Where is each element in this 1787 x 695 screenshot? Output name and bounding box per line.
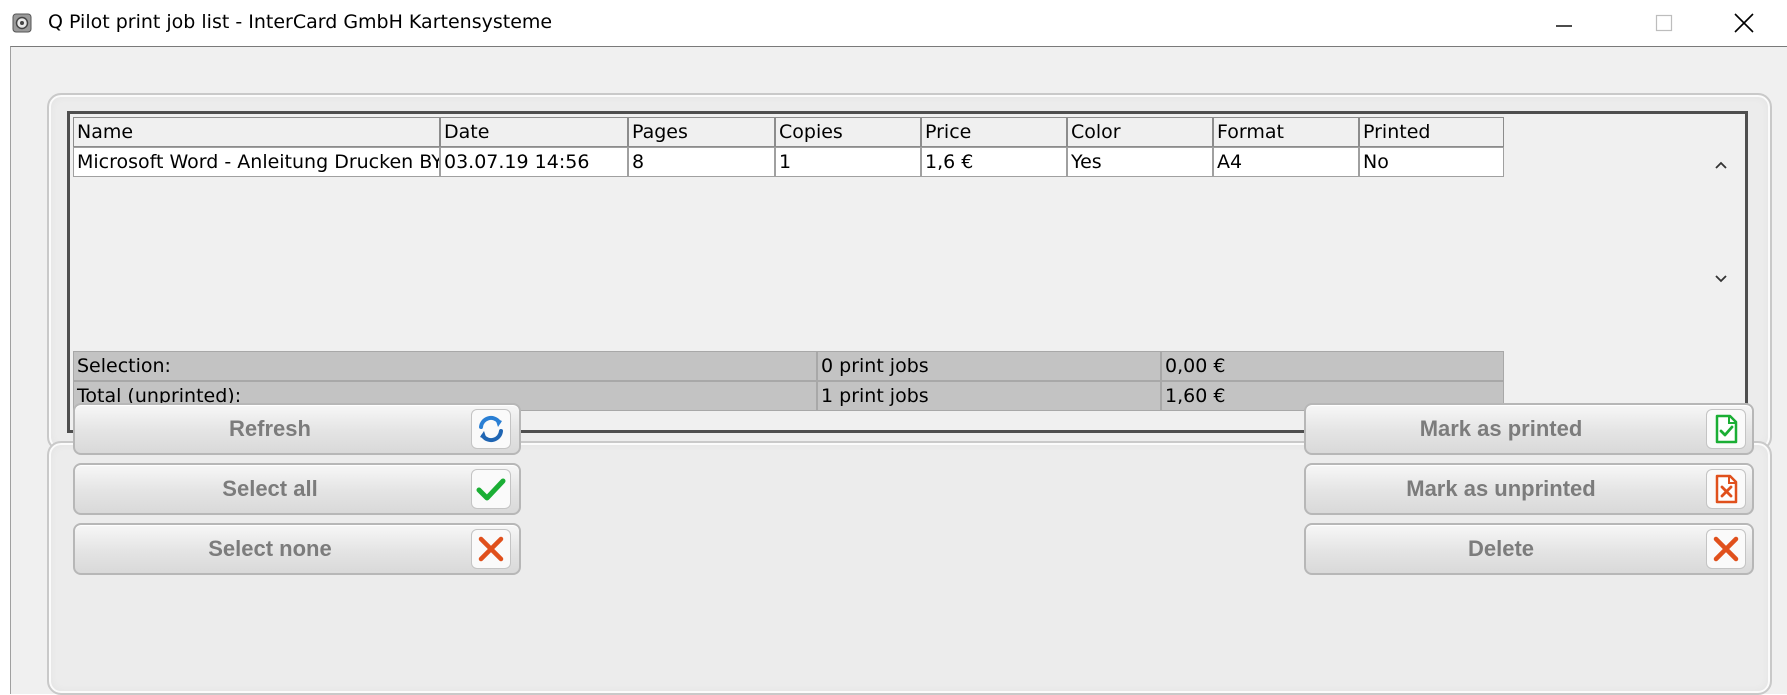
close-icon bbox=[1734, 13, 1754, 33]
mark-as-printed-button-label: Mark as printed bbox=[1419, 416, 1583, 441]
cross-icon bbox=[1713, 536, 1739, 562]
refresh-icon-frame bbox=[471, 409, 511, 449]
delete-button-label: Delete bbox=[1467, 536, 1535, 561]
cell-copies: 1 bbox=[775, 147, 921, 177]
column-header-copies[interactable]: Copies bbox=[775, 117, 921, 147]
column-header-printed[interactable]: Printed bbox=[1359, 117, 1504, 147]
close-button[interactable] bbox=[1700, 0, 1787, 46]
column-header-pages[interactable]: Pages bbox=[628, 117, 775, 147]
refresh-icon bbox=[479, 415, 503, 443]
select-none-button[interactable]: Select none bbox=[73, 523, 521, 575]
window-title: Q Pilot print job list - InterCard GmbH … bbox=[48, 11, 553, 33]
select-none-icon-frame bbox=[471, 529, 511, 569]
mark-as-unprinted-button-label: Mark as unprinted bbox=[1406, 476, 1596, 501]
cell-pages: 8 bbox=[628, 147, 775, 177]
document-check-icon bbox=[1715, 414, 1738, 444]
select-all-button-label: Select all bbox=[222, 476, 318, 501]
app-icon bbox=[12, 13, 32, 33]
refresh-button-label: Refresh bbox=[229, 416, 311, 441]
client-area: Name Date Pages Copies Price Color Forma… bbox=[10, 46, 1787, 695]
cell-printed: No bbox=[1359, 147, 1504, 177]
select-all-button[interactable]: Select all bbox=[73, 463, 521, 515]
refresh-button[interactable]: Refresh bbox=[73, 403, 521, 455]
total-count: 1 print jobs bbox=[817, 381, 1161, 411]
maximize-button[interactable] bbox=[1620, 0, 1708, 46]
checkmark-icon bbox=[476, 478, 506, 501]
column-header-name[interactable]: Name bbox=[73, 117, 440, 147]
chevron-down-icon bbox=[1715, 275, 1727, 283]
mark-as-printed-button[interactable]: Mark as printed bbox=[1304, 403, 1754, 455]
column-header-price[interactable]: Price bbox=[921, 117, 1067, 147]
cell-format: A4 bbox=[1213, 147, 1359, 177]
cell-name: Microsoft Word - Anleitung Drucken BYO..… bbox=[73, 147, 440, 177]
minimize-icon bbox=[1556, 25, 1572, 27]
scroll-up-button[interactable] bbox=[1706, 150, 1736, 180]
scroll-down-button[interactable] bbox=[1706, 264, 1736, 294]
cross-icon bbox=[478, 536, 504, 562]
cell-color: Yes bbox=[1067, 147, 1213, 177]
document-cross-icon bbox=[1715, 474, 1738, 504]
mark-printed-icon-frame bbox=[1706, 409, 1746, 449]
select-none-button-label: Select none bbox=[208, 536, 332, 561]
column-header-date[interactable]: Date bbox=[440, 117, 628, 147]
print-job-table[interactable]: Name Date Pages Copies Price Color Forma… bbox=[67, 111, 1748, 433]
title-bar: Q Pilot print job list - InterCard GmbH … bbox=[0, 0, 1787, 46]
column-header-color[interactable]: Color bbox=[1067, 117, 1213, 147]
mark-unprinted-icon-frame bbox=[1706, 469, 1746, 509]
select-all-icon-frame bbox=[471, 469, 511, 509]
mark-as-unprinted-button[interactable]: Mark as unprinted bbox=[1304, 463, 1754, 515]
chevron-up-icon bbox=[1715, 161, 1727, 169]
minimize-button[interactable] bbox=[1520, 0, 1608, 46]
selection-amount: 0,00 € bbox=[1161, 351, 1504, 381]
delete-icon-frame bbox=[1706, 529, 1746, 569]
column-header-format[interactable]: Format bbox=[1213, 117, 1359, 147]
cell-price: 1,6 € bbox=[921, 147, 1067, 177]
delete-button[interactable]: Delete bbox=[1304, 523, 1754, 575]
cell-date: 03.07.19 14:56 bbox=[440, 147, 628, 177]
selection-count: 0 print jobs bbox=[817, 351, 1161, 381]
maximize-icon bbox=[1655, 14, 1673, 32]
selection-label: Selection: bbox=[73, 351, 817, 381]
